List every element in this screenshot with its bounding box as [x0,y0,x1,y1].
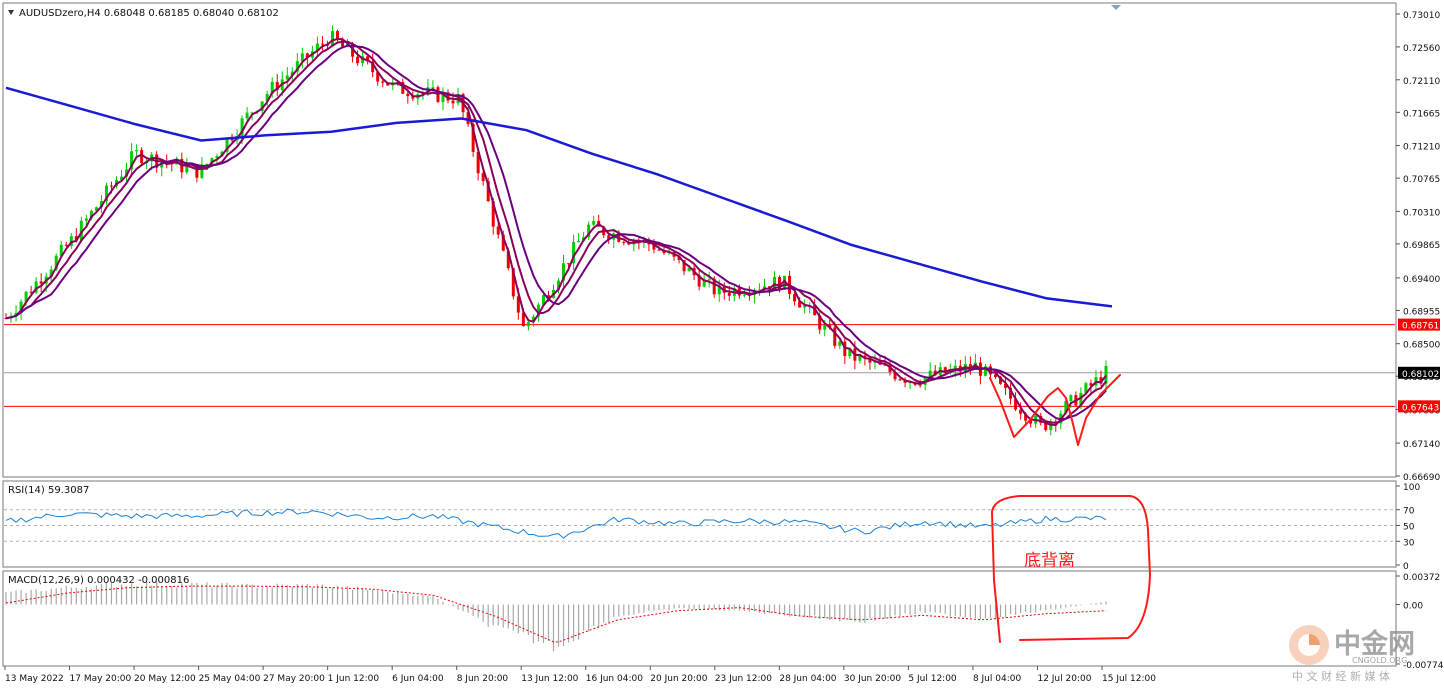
macd-panel[interactable] [2,570,1397,667]
price-tick-label: 0.69400 [1403,275,1440,285]
candle-body [577,241,581,243]
candle-body [622,241,626,243]
candle-body [39,281,43,284]
time-tick-label: 20 Jun 20:00 [650,674,707,684]
candle-body [245,112,249,119]
candle-body [727,292,731,296]
time-tick-label: 30 Jun 20:00 [844,674,901,684]
price-tick-label: 0.71210 [1403,143,1440,153]
rsi-header: RSI(14) 59.3087 [8,485,89,496]
candle-body [707,278,711,280]
time-tick-label: 28 Jun 04:00 [779,674,836,684]
candle-body [109,185,113,187]
price-tick-label: 0.68500 [1403,341,1440,351]
price-axis: 0.73010 0.72560 0.72110 0.71665 0.71210 0.707… [1396,11,1444,671]
macd-tick-label: 0.00372 [1403,573,1440,583]
price-tick-label: 0.72560 [1403,44,1440,54]
time-tick-label: 6 Jun 04:00 [392,674,444,684]
time-axis: 13 May 2022 17 May 20:00 20 May 12:00 25 Ma… [4,666,1156,684]
price-tick-label: 0.72110 [1403,77,1440,87]
candle-body [135,149,139,152]
time-tick-label: 13 May 2022 [5,674,64,684]
candle-body [526,322,530,327]
candle-body [356,56,360,64]
candle-body [1104,366,1108,384]
candle-body [592,221,596,225]
candle-body [833,327,837,346]
rsi-panel[interactable] [2,480,1397,568]
candle-body [823,325,827,330]
candle-body [84,218,88,221]
divergence-label: 底背离 [1024,551,1075,571]
time-tick-label: 23 Jun 12:00 [715,674,772,684]
time-tick-label: 1 Jun 12:00 [328,674,380,684]
rsi-tick-label: 50 [1403,523,1415,533]
price-tick-label: 0.68955 [1403,307,1440,317]
time-tick-label: 5 Jul 12:00 [908,674,957,684]
rsi-tick-label: 30 [1403,538,1415,548]
time-tick-label: 8 Jun 20:00 [457,674,509,684]
candle-body [742,294,746,296]
time-tick-label: 20 May 12:00 [134,674,196,684]
price-tick-label: 0.66690 [1403,473,1440,483]
rsi-tick-label: 70 [1403,507,1415,517]
time-tick-label: 27 May 20:00 [263,674,325,684]
time-tick-label: 15 Jul 12:00 [1102,674,1156,684]
candle-body [381,81,385,83]
rsi-tick-label: 100 [1403,483,1420,493]
time-tick-label: 13 Jun 12:00 [521,674,578,684]
macd-tick-label: 0.00 [1403,602,1423,612]
hline-label-lower: 0.67643 [1402,403,1439,413]
rsi-tick-label: 0 [1403,562,1409,572]
time-tick-label: 12 Jul 20:00 [1037,674,1091,684]
price-tick-label: 0.71665 [1403,109,1440,119]
candle-body [793,293,797,302]
watermark-url: CNGOLD.ORG [1352,656,1408,665]
price-tick-label: 0.70765 [1403,175,1440,185]
price-tick-label: 0.70310 [1403,208,1440,218]
hline-label-upper: 0.68761 [1402,322,1439,332]
candle-body [330,31,334,46]
price-tick-label: 0.73010 [1403,11,1440,21]
macd-header: MACD(12,26,9) 0.000432 -0.000816 [8,575,189,586]
price-tick-label: 0.69865 [1403,241,1440,251]
time-tick-label: 16 Jun 04:00 [586,674,643,684]
price-tick-label: 0.67140 [1403,440,1440,450]
candle-body [898,379,902,381]
candle-body [320,43,324,45]
symbol-header: AUDUSDzero,H4 0.68048 0.68185 0.68040 0.… [19,8,279,19]
candle-body [451,100,455,104]
candle-body [285,75,289,80]
time-tick-label: 8 Jul 04:00 [973,674,1022,684]
candle-body [406,93,410,97]
hline-label-current: 0.68102 [1402,370,1439,380]
candle-body [496,226,500,235]
watermark-subtitle: 中 文 财 经 新 媒 体 [1292,670,1390,683]
candle-body [1069,395,1073,401]
chart-terminal[interactable]: 0.73010 0.72560 0.72110 0.71665 0.71210 0.707… [0,0,1444,692]
candle-body [64,244,68,246]
time-tick-label: 17 May 20:00 [70,674,132,684]
watermark: 中金网 CNGOLD.ORG 中 文 财 经 新 媒 体 [1284,618,1444,692]
time-tick-label: 25 May 04:00 [199,674,261,684]
